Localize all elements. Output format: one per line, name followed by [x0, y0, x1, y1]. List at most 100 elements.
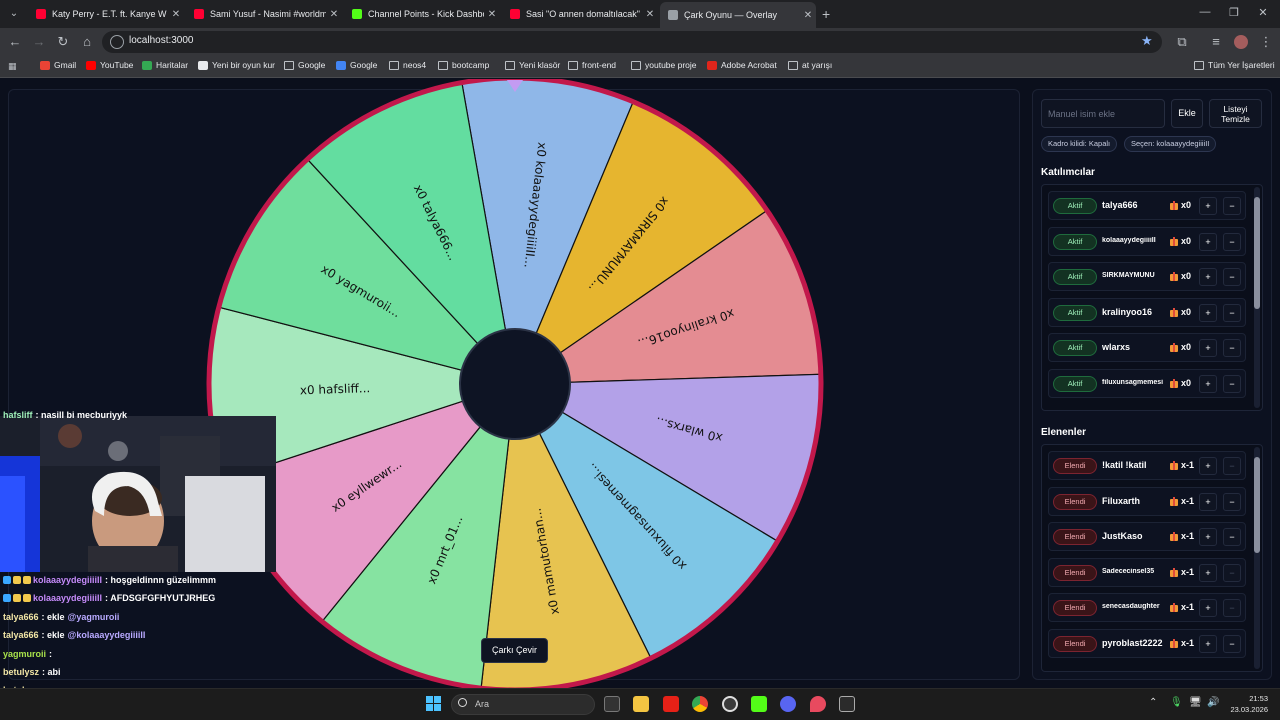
chat-username[interactable]: hafsliff — [3, 410, 33, 420]
bookmark-item[interactable]: YouTube — [86, 60, 133, 70]
roster-lock-toggle[interactable]: Kadro kilidi: Kapalı — [1041, 136, 1118, 152]
chat-username[interactable]: yagmuroii — [3, 649, 46, 659]
bookmark-item[interactable]: bootcamp — [438, 60, 489, 70]
apps-grid-icon[interactable]: ▦ — [8, 61, 18, 71]
tray-chevron-icon[interactable]: ⌃ — [1149, 697, 1157, 708]
scroll-thumb[interactable] — [1254, 457, 1260, 553]
manual-name-input[interactable] — [1041, 99, 1165, 128]
network-icon[interactable]: 🖥 — [1189, 697, 1202, 708]
increment-button[interactable]: + — [1199, 563, 1217, 582]
decrement-button[interactable]: − — [1223, 528, 1241, 546]
reload-icon[interactable]: ↻ — [55, 34, 71, 50]
add-button[interactable]: Ekle — [1171, 99, 1203, 128]
decrement-button[interactable]: − — [1223, 197, 1241, 215]
tab-search-chevron-icon[interactable]: ⌄ — [6, 6, 22, 22]
obs-icon[interactable] — [722, 696, 738, 712]
chat-username[interactable]: kolaaayydegiiiiII — [33, 593, 102, 603]
maximize-icon[interactable]: ❐ — [1224, 6, 1244, 19]
bookmark-item[interactable]: Gmail — [40, 60, 76, 70]
minimize-icon[interactable]: — — [1195, 6, 1215, 18]
tab-close-icon[interactable]: ✕ — [168, 9, 184, 20]
bookmark-item[interactable]: neos4 — [389, 60, 426, 70]
browser-tab[interactable]: Sami Yusuf - Nasimi #worldmu ✕ — [186, 4, 342, 24]
increment-button[interactable]: + — [1199, 339, 1217, 357]
browser-tab[interactable]: Katy Perry - E.T. ft. Kanye W ✕ — [28, 4, 184, 24]
kick-icon[interactable] — [751, 696, 767, 712]
bookmark-item[interactable]: front-end — [568, 60, 616, 70]
bookmark-star-icon[interactable]: ★ — [1141, 33, 1153, 49]
decrement-button[interactable]: − — [1223, 232, 1241, 251]
increment-button[interactable]: + — [1199, 268, 1217, 286]
bookmark-item[interactable]: Google — [284, 60, 325, 70]
microphone-icon[interactable]: 🎙 — [1170, 697, 1183, 708]
youtube-app-icon[interactable] — [663, 696, 679, 712]
bookmark-item[interactable]: at yarışı — [788, 60, 832, 70]
decrement-button[interactable]: − — [1223, 374, 1241, 393]
bookmark-item[interactable]: Haritalar — [142, 60, 188, 70]
file-explorer-icon[interactable] — [633, 696, 649, 712]
increment-button[interactable]: + — [1199, 634, 1217, 653]
task-view-icon[interactable] — [604, 696, 620, 712]
increment-button[interactable]: + — [1199, 197, 1217, 215]
decrement-button[interactable]: − — [1223, 268, 1241, 286]
increment-button[interactable]: + — [1199, 528, 1217, 546]
chat-username[interactable]: talya666 — [3, 630, 39, 640]
browser-tab[interactable]: Sasi "O annen domaltılacak" diy ✕ — [502, 4, 658, 24]
browser-tab[interactable]: Çark Oyunu — Overlay ✕ — [660, 2, 816, 28]
extensions-icon[interactable]: ⧉ — [1174, 34, 1190, 50]
new-tab-button[interactable]: + — [822, 6, 830, 22]
close-window-icon[interactable]: ✕ — [1253, 6, 1273, 19]
bookmark-item[interactable]: Adobe Acrobat — [707, 60, 777, 70]
decrement-button[interactable]: − — [1223, 599, 1241, 617]
decrement-button[interactable]: − — [1223, 339, 1241, 357]
decrement-button[interactable]: − — [1223, 563, 1241, 582]
media-icon[interactable]: ≡ — [1208, 34, 1224, 50]
bookmark-item[interactable]: Yeni klasör — [505, 60, 560, 70]
profile-avatar[interactable] — [1234, 35, 1248, 49]
back-icon[interactable]: ← — [7, 34, 23, 50]
tab-close-icon[interactable]: ✕ — [326, 9, 342, 20]
spin-button[interactable]: Çarkı Çevir — [481, 638, 548, 663]
bookmark-item[interactable]: Yeni bir oyun kur — [198, 60, 275, 70]
increment-button[interactable]: + — [1199, 303, 1217, 322]
scroll-thumb[interactable] — [1254, 197, 1260, 309]
tab-close-icon[interactable]: ✕ — [484, 9, 500, 20]
tab-close-icon[interactable]: ✕ — [642, 9, 658, 20]
volume-icon[interactable]: 🔊 — [1207, 697, 1219, 708]
increment-button[interactable]: + — [1199, 374, 1217, 393]
bookmark-item[interactable]: youtube proje — [631, 60, 697, 70]
decrement-button[interactable]: − — [1223, 457, 1241, 475]
browser-tab[interactable]: Channel Points - Kick Dashboa ✕ — [344, 4, 500, 24]
home-icon[interactable]: ⌂ — [79, 34, 95, 50]
eliminated-scrollbar[interactable] — [1254, 447, 1260, 669]
increment-button[interactable]: + — [1199, 492, 1217, 511]
decrement-button[interactable]: − — [1223, 492, 1241, 511]
terminal-icon[interactable] — [839, 696, 855, 712]
chat-mention[interactable]: @yagmuroii — [68, 612, 120, 622]
all-bookmarks[interactable]: Tüm Yer İşaretleri — [1194, 60, 1275, 70]
chrome-icon[interactable] — [692, 696, 708, 712]
taskbar-clock[interactable]: 21:53 23.03.2026 — [1228, 693, 1268, 715]
increment-button[interactable]: + — [1199, 232, 1217, 251]
clear-list-button[interactable]: Listeyi Temizle — [1209, 99, 1262, 128]
chat-username[interactable]: kolaaayydegiiiiII — [33, 575, 102, 585]
chat-mention[interactable]: @kolaaayydegiiiiII — [68, 630, 146, 640]
site-info-icon[interactable] — [110, 35, 124, 49]
address-bar[interactable] — [102, 31, 1162, 53]
increment-button[interactable]: + — [1199, 599, 1217, 617]
increment-button[interactable]: + — [1199, 457, 1217, 475]
tab-close-icon[interactable]: ✕ — [800, 10, 816, 21]
chat-username[interactable]: betulysz — [3, 667, 39, 677]
decrement-button[interactable]: − — [1223, 634, 1241, 653]
discord-icon[interactable] — [780, 696, 796, 712]
menu-icon[interactable]: ⋮ — [1258, 34, 1274, 50]
taskbar-search[interactable] — [451, 694, 595, 715]
maps-app-icon[interactable] — [810, 696, 826, 712]
bookmark-item[interactable]: Google — [336, 60, 377, 70]
forward-icon[interactable]: → — [31, 34, 47, 50]
participants-scrollbar[interactable] — [1254, 187, 1260, 408]
chat-username[interactable]: talya666 — [3, 612, 39, 622]
wheel-hub[interactable] — [459, 328, 571, 440]
windows-start-icon[interactable] — [426, 696, 441, 711]
decrement-button[interactable]: − — [1223, 303, 1241, 322]
